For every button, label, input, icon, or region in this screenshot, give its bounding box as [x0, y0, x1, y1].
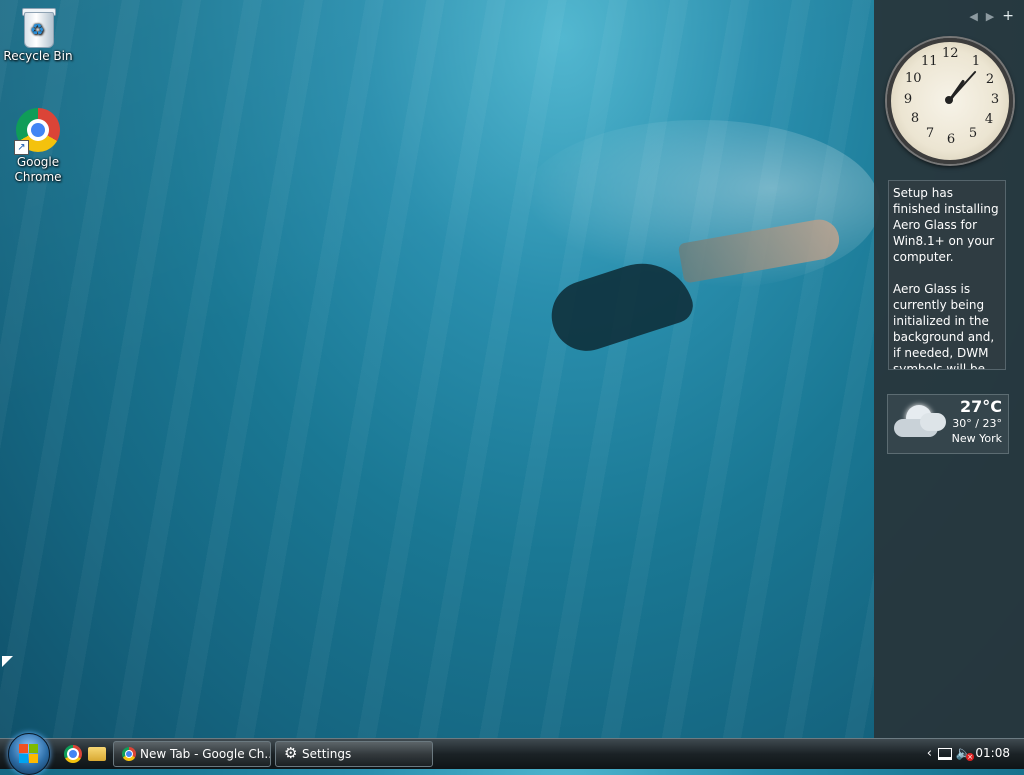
clock-number: 4 — [984, 112, 994, 127]
clock-number: 7 — [925, 126, 935, 141]
sidebar-next-button[interactable]: ▶ — [986, 10, 1002, 23]
start-button[interactable] — [8, 733, 50, 775]
clock-hub — [945, 96, 953, 104]
clock-number: 5 — [968, 126, 978, 141]
muted-badge-icon: × — [966, 753, 974, 761]
quicklaunch-chrome-icon[interactable] — [64, 745, 82, 763]
desktop-wallpaper — [0, 0, 874, 738]
desktop-icon-label-line1: Google — [16, 155, 60, 169]
windows-orb-icon — [19, 744, 39, 764]
clock-number: 10 — [905, 71, 922, 86]
clock-number: 12 — [942, 46, 959, 61]
clock-number: 2 — [985, 72, 995, 87]
sidebar-prev-button[interactable]: ◀ — [969, 10, 985, 23]
clock-number: 3 — [990, 92, 1000, 107]
desktop-icon-recycle-bin[interactable]: ♻ Recycle Bin — [0, 6, 76, 64]
weather-gadget[interactable]: 27°C 30° / 23° New York — [887, 394, 1009, 454]
taskbar-button-label: New Tab - Google Ch... — [140, 747, 271, 761]
notice-paragraph-1: Setup has finished installing Aero Glass… — [893, 186, 999, 264]
clock-number: 8 — [910, 111, 920, 126]
taskbar-button-settings[interactable]: ⚙ Settings — [275, 741, 433, 767]
tray-clock[interactable]: 01:08 — [975, 746, 1010, 760]
taskbar-button-chrome[interactable]: New Tab - Google Ch... — [113, 741, 271, 767]
tray-show-hidden-icons-button[interactable]: ‹ — [927, 746, 932, 761]
weather-city: New York — [951, 432, 1002, 445]
mouse-cursor-icon — [2, 656, 13, 667]
clock-number: 1 — [971, 54, 981, 69]
gear-icon: ⚙ — [284, 744, 298, 762]
chrome-icon — [122, 747, 136, 761]
desktop-icon-label: Recycle Bin — [3, 49, 73, 63]
taskbar-button-label: Settings — [302, 747, 352, 761]
quicklaunch-folder-icon[interactable] — [88, 747, 106, 761]
desktop-icon-label-line2: Chrome — [14, 170, 62, 184]
shortcut-arrow-icon: ↗ — [14, 140, 29, 155]
notice-paragraph-2: Aero Glass is currently being initialize… — [893, 282, 995, 370]
system-tray: ‹ 🔈 × 01:08 — [914, 739, 1024, 769]
network-icon[interactable] — [938, 748, 952, 760]
weather-range: 30° / 23° — [952, 417, 1002, 430]
cloudy-night-icon — [892, 403, 946, 439]
clock-number: 11 — [921, 54, 938, 69]
sidebar-controls: ◀▶+ — [969, 8, 1014, 24]
desktop-icon-google-chrome[interactable]: Google Chrome — [0, 108, 76, 185]
sidebar-add-gadget-button[interactable]: + — [1002, 8, 1014, 24]
aero-glass-notice-gadget: Setup has finished installing Aero Glass… — [888, 180, 1006, 370]
weather-temperature: 27°C — [959, 397, 1002, 416]
clock-gadget[interactable]: 12 1 2 3 4 5 6 7 8 9 10 11 — [887, 38, 1013, 164]
clock-number: 6 — [946, 132, 956, 147]
clock-minute-hand — [948, 70, 977, 102]
clock-number: 9 — [903, 92, 913, 107]
taskbar: New Tab - Google Ch... ⚙ Settings ‹ 🔈 × … — [0, 733, 1024, 775]
recycle-bin-icon: ♻ — [20, 6, 56, 48]
